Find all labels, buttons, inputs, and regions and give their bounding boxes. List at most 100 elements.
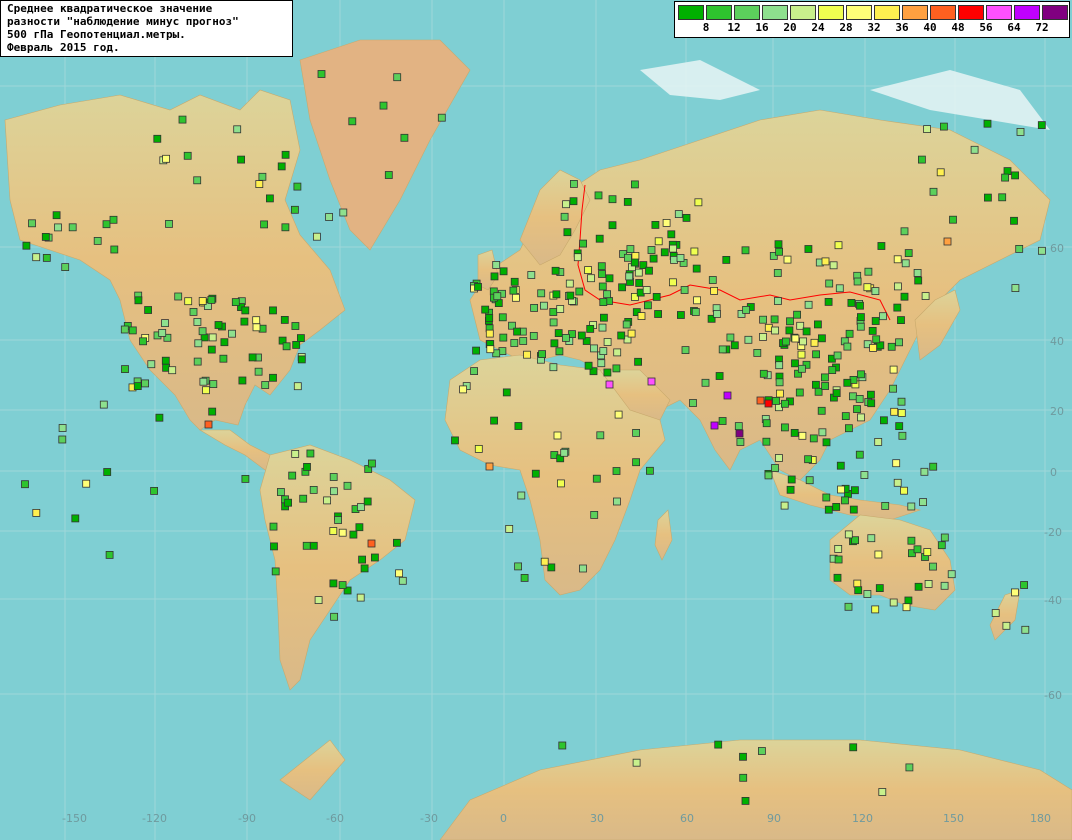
station-marker: [178, 115, 187, 124]
station-marker: [587, 274, 595, 283]
world-map: -150 -120 -90 -60 -30 0 30 60 90 120 150…: [0, 0, 1072, 840]
station-marker: [155, 413, 164, 422]
station-marker: [797, 350, 806, 359]
station-marker: [437, 113, 446, 122]
station-marker: [384, 171, 393, 179]
station-marker: [660, 248, 669, 257]
station-marker: [110, 245, 119, 254]
legend-swatch: [790, 5, 816, 20]
station-marker: [900, 486, 908, 495]
legend-swatch: [818, 5, 844, 20]
station-marker: [627, 329, 636, 338]
station-marker: [682, 213, 691, 222]
station-marker: [490, 272, 499, 281]
station-marker: [355, 523, 364, 532]
station-marker: [692, 264, 701, 273]
lat-tick-label: 20: [1050, 405, 1064, 418]
station-marker: [821, 382, 829, 390]
station-marker: [348, 117, 357, 126]
station-marker: [662, 218, 671, 227]
station-marker: [929, 562, 937, 571]
station-marker: [669, 244, 677, 253]
station-marker: [128, 326, 137, 335]
station-marker: [554, 329, 563, 338]
station-marker: [549, 308, 558, 316]
station-marker: [814, 320, 822, 329]
station-marker: [560, 212, 569, 221]
station-marker: [786, 317, 794, 326]
station-marker: [667, 230, 676, 239]
station-marker: [868, 326, 877, 335]
station-marker: [864, 267, 873, 276]
station-marker: [920, 467, 929, 476]
legend-swatch: [734, 5, 760, 20]
lon-tick-label: -30: [420, 812, 438, 825]
station-marker: [869, 343, 877, 352]
station-marker: [857, 313, 865, 322]
station-marker: [759, 369, 768, 378]
station-marker: [793, 310, 801, 319]
station-marker: [291, 322, 300, 330]
station-marker: [241, 474, 250, 483]
station-marker: [940, 581, 949, 590]
station-marker: [893, 303, 902, 312]
station-marker: [923, 548, 932, 556]
station-marker: [277, 162, 286, 171]
station-marker: [1021, 625, 1030, 634]
station-marker: [527, 271, 536, 279]
station-marker: [553, 431, 562, 440]
station-marker: [775, 454, 783, 462]
station-marker: [550, 339, 559, 348]
station-marker: [238, 376, 247, 385]
station-marker: [929, 462, 938, 471]
station-marker: [936, 168, 945, 177]
station-marker: [874, 550, 883, 559]
station-marker: [785, 326, 794, 335]
station-marker: [199, 377, 208, 386]
station-marker: [795, 388, 804, 397]
station-marker: [363, 497, 372, 506]
station-marker: [214, 321, 223, 329]
station-marker: [261, 381, 270, 389]
station-marker: [184, 297, 193, 306]
station-marker: [895, 422, 904, 431]
station-marker: [649, 254, 658, 263]
station-marker: [897, 316, 905, 325]
station-marker: [736, 438, 745, 446]
station-marker: [889, 365, 898, 374]
station-marker: [626, 245, 635, 254]
station-marker: [270, 542, 278, 551]
station-marker: [1002, 621, 1011, 630]
station-marker: [144, 306, 153, 314]
station-marker: [855, 394, 864, 403]
station-marker: [690, 247, 699, 256]
station-marker: [599, 347, 608, 356]
station-marker: [499, 267, 508, 276]
station-marker: [99, 400, 108, 409]
station-marker: [893, 478, 902, 487]
station-marker: [878, 788, 887, 796]
legend-swatch: [902, 5, 928, 20]
station-marker: [306, 449, 315, 458]
station-marker: [834, 241, 843, 250]
lon-tick-label: -150: [62, 812, 87, 825]
station-marker: [599, 298, 608, 307]
station-marker: [844, 602, 853, 611]
station-marker: [517, 491, 526, 500]
station-marker: [741, 246, 750, 255]
station-marker: [165, 219, 173, 228]
station-marker: [240, 317, 249, 326]
title-line: Среднее квадратическое значение: [7, 2, 213, 15]
station-marker: [646, 466, 654, 475]
station-marker: [654, 237, 663, 246]
station-marker: [586, 324, 595, 333]
station-marker: [802, 327, 811, 336]
station-marker: [498, 313, 507, 322]
station-marker: [614, 410, 623, 419]
station-marker: [836, 461, 845, 470]
station-marker: [598, 323, 607, 332]
legend-label: 32: [867, 21, 881, 34]
station-marker: [901, 259, 910, 268]
station-marker: [28, 219, 36, 228]
station-marker: [562, 200, 570, 209]
